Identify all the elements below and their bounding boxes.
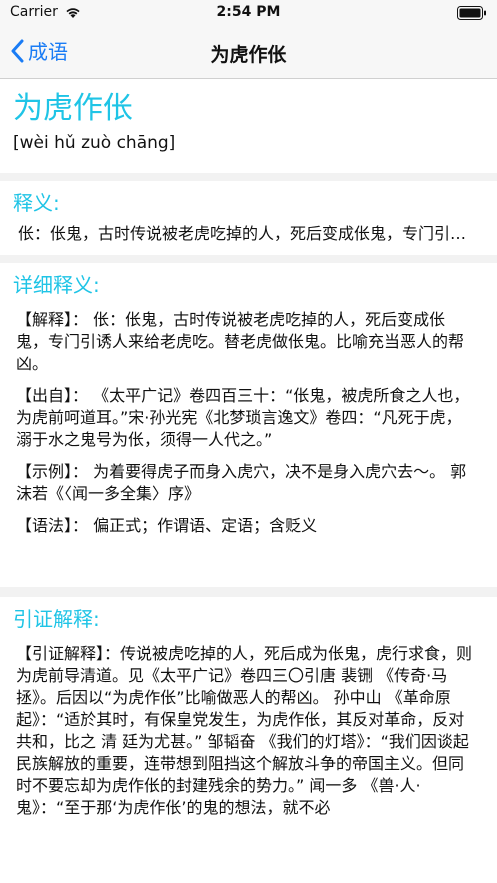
section-divider	[0, 173, 497, 181]
idiom-pinyin: [wèi hǔ zuò chāng]	[13, 133, 176, 153]
idiom-header: 为虎作伥 [wèi hǔ zuò chāng]	[0, 79, 497, 173]
page-title: 为虎作伥	[210, 44, 287, 66]
detail-source: 【出自】： 《太平广记》卷四百三十：“伥鬼，被虎所食之人也，为虎前呵道耳。”宋·…	[16, 386, 470, 449]
citation-heading: 引证解释:	[13, 607, 100, 631]
brief-section: 释义: 伥：伥鬼，古时传说被老虎吃掉的人，死后变成伥鬼，专门引诱人来给老虎吃。	[0, 181, 497, 255]
content-scroll[interactable]: 为虎作伥 [wèi hǔ zuò chāng] 释义: 伥：伥鬼，古时传说被老虎…	[0, 79, 497, 819]
navigation-bar: 成语 为虎作伥	[0, 26, 497, 79]
detail-grammar: 【语法】： 偏正式；作谓语、定语；含贬义	[16, 516, 318, 535]
brief-text: 伥：伥鬼，古时传说被老虎吃掉的人，死后变成伥鬼，专门引诱人来给老虎吃。	[18, 224, 481, 243]
section-divider	[0, 587, 497, 597]
status-bar: Carrier 2:54 PM	[0, 0, 497, 26]
detail-example: 【示例】： 为着要得虎子而身入虎穴，决不是身入虎穴去～。 郭沫若《〈闻一多全集〉…	[16, 462, 467, 503]
section-divider	[0, 255, 497, 263]
detail-heading: 详细释义:	[13, 273, 100, 297]
citation-text: 【引证解释】：传说被虎吃掉的人，死后成为伥鬼，虎行求食，则为虎前导清道。见《太平…	[16, 644, 473, 817]
battery-icon	[457, 6, 486, 20]
citation-section: 引证解释: 【引证解释】：传说被虎吃掉的人，死后成为伥鬼，虎行求食，则为虎前导清…	[0, 597, 497, 819]
brief-heading: 释义:	[13, 191, 60, 215]
status-time: 2:54 PM	[216, 4, 281, 20]
detail-explanation: 【解释】： 伥：伥鬼，古时传说被老虎吃掉的人，死后变成伥鬼，专门引诱人来给老虎吃…	[16, 310, 465, 373]
detail-section: 详细释义: 【解释】： 伥：伥鬼，古时传说被老虎吃掉的人，死后变成伥鬼，专门引诱…	[0, 263, 497, 537]
idiom-title: 为虎作伥	[13, 91, 133, 126]
